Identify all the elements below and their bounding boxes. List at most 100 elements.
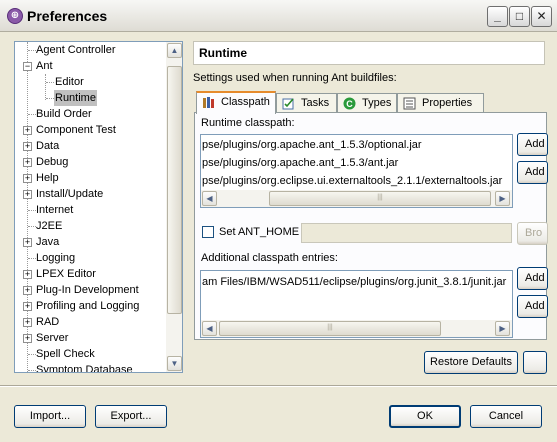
tab-properties-label: Properties: [422, 97, 473, 109]
tree-item-debug[interactable]: Debug: [36, 154, 68, 170]
tree-item-ant[interactable]: Ant: [36, 58, 53, 74]
expand-icon[interactable]: +: [23, 318, 32, 327]
preferences-window: ⊕ Preferences _ □ ✕ Agent Controller − A…: [0, 0, 557, 442]
tree-item-help[interactable]: Help: [36, 170, 59, 186]
browse-button[interactable]: Bro: [517, 222, 548, 245]
expand-icon[interactable]: +: [23, 174, 32, 183]
add-external-jars-button-2[interactable]: Add: [517, 295, 548, 318]
minimize-button[interactable]: _: [487, 6, 508, 27]
scroll-left-button[interactable]: ◀: [202, 191, 217, 206]
runtime-classpath-list[interactable]: pse/plugins/org.apache.ant_1.5.3/optiona…: [200, 134, 513, 208]
expand-icon[interactable]: +: [23, 238, 32, 247]
ant-home-field[interactable]: [301, 223, 512, 243]
close-button[interactable]: ✕: [531, 6, 552, 27]
window-title: Preferences: [27, 8, 108, 24]
expand-icon[interactable]: +: [23, 158, 32, 167]
tree-item-lpex-editor[interactable]: LPEX Editor: [36, 266, 96, 282]
set-ant-home-label: Set ANT_HOME: [219, 226, 300, 238]
runtime-classpath-label: Runtime classpath:: [201, 117, 295, 129]
expand-icon[interactable]: +: [23, 334, 32, 343]
tree-item-internet[interactable]: Internet: [36, 202, 73, 218]
scroll-up-button[interactable]: ▲: [167, 43, 182, 58]
cancel-button[interactable]: Cancel: [470, 405, 542, 428]
tab-classpath[interactable]: Classpath: [196, 91, 276, 114]
list-item[interactable]: pse/plugins/org.apache.ant_1.5.3/optiona…: [202, 137, 422, 153]
tab-tasks-label: Tasks: [301, 97, 330, 109]
scroll-thumb[interactable]: [167, 66, 182, 314]
tree-item-symptom-database[interactable]: Symptom Database: [36, 362, 133, 372]
tree-item-runtime[interactable]: Runtime: [54, 90, 97, 106]
set-ant-home-checkbox[interactable]: [202, 226, 214, 238]
tab-types[interactable]: C Types: [337, 93, 397, 113]
expand-icon[interactable]: +: [23, 286, 32, 295]
expand-icon[interactable]: +: [23, 302, 32, 311]
add-external-jars-button[interactable]: Add: [517, 161, 548, 184]
tree-item-editor[interactable]: Editor: [55, 74, 84, 90]
tree-item-plug-in-development[interactable]: Plug-In Development: [36, 282, 139, 298]
tree-item-spell-check[interactable]: Spell Check: [36, 346, 95, 362]
class-icon: C: [343, 97, 356, 110]
tree-item-install-update[interactable]: Install/Update: [36, 186, 103, 202]
tree-item-component-test[interactable]: Component Test: [36, 122, 116, 138]
separator: [0, 386, 557, 387]
scroll-down-button[interactable]: ▼: [167, 356, 182, 371]
list-item[interactable]: pse/plugins/org.apache.ant_1.5.3/ant.jar: [202, 155, 398, 171]
scroll-right-button[interactable]: ▶: [495, 321, 510, 336]
tree-item-build-order[interactable]: Build Order: [36, 106, 92, 122]
scroll-right-button[interactable]: ▶: [495, 191, 510, 206]
expand-icon[interactable]: +: [23, 126, 32, 135]
tree-connector: [28, 354, 36, 355]
expand-icon[interactable]: +: [23, 190, 32, 199]
maximize-button[interactable]: □: [509, 6, 530, 27]
books-icon: [203, 97, 214, 108]
tree-item-rad[interactable]: RAD: [36, 314, 59, 330]
tree-connector: [28, 226, 36, 227]
tree-vertical-scrollbar[interactable]: ▲ ▼: [166, 42, 182, 372]
tree-connector: [46, 82, 54, 83]
tab-properties[interactable]: Properties: [397, 93, 484, 113]
page-title: Runtime: [193, 41, 545, 65]
preference-tree[interactable]: Agent Controller − Ant Editor Runtime Bu…: [14, 41, 183, 373]
runtime-horizontal-scrollbar[interactable]: ◀ ||| ▶: [201, 190, 512, 207]
tree-connector: [28, 50, 36, 51]
tasks-icon: [282, 98, 294, 110]
expand-icon[interactable]: +: [23, 270, 32, 279]
add-jars-button[interactable]: Add: [517, 133, 548, 156]
add-jars-button-2[interactable]: Add: [517, 267, 548, 290]
list-item[interactable]: pse/plugins/org.eclipse.ui.externaltools…: [202, 173, 502, 189]
classpath-panel: Runtime classpath: pse/plugins/org.apach…: [194, 112, 548, 340]
collapse-icon[interactable]: −: [23, 62, 32, 71]
additional-horizontal-scrollbar[interactable]: ◀ ||| ▶: [201, 320, 512, 337]
scroll-thumb[interactable]: |||: [219, 321, 441, 336]
eclipse-app-icon: ⊕: [7, 8, 23, 24]
tree-item-agent-controller[interactable]: Agent Controller: [36, 42, 116, 58]
tree-connector: [28, 370, 36, 371]
tree-item-logging[interactable]: Logging: [36, 250, 75, 266]
additional-classpath-list[interactable]: am Files/IBM/WSAD511/eclipse/plugins/org…: [200, 270, 513, 338]
tab-tasks[interactable]: Tasks: [276, 93, 337, 113]
tree-connector: [28, 258, 36, 259]
scroll-thumb[interactable]: |||: [269, 191, 491, 206]
properties-icon: [403, 97, 416, 110]
tab-types-label: Types: [362, 97, 392, 109]
title-bar[interactable]: ⊕ Preferences _ □ ✕: [0, 0, 557, 32]
additional-classpath-label: Additional classpath entries:: [201, 252, 338, 264]
apply-button[interactable]: [523, 351, 547, 374]
list-item[interactable]: am Files/IBM/WSAD511/eclipse/plugins/org…: [202, 274, 506, 290]
tree-connector: [46, 98, 54, 99]
tree-connector: [28, 210, 36, 211]
page-description: Settings used when running Ant buildfile…: [193, 72, 397, 84]
expand-icon[interactable]: +: [23, 142, 32, 151]
tree-item-j2ee[interactable]: J2EE: [36, 218, 62, 234]
restore-defaults-button[interactable]: Restore Defaults: [424, 351, 518, 374]
export-button[interactable]: Export...: [95, 405, 167, 428]
tree-item-java[interactable]: Java: [36, 234, 59, 250]
tree-item-data[interactable]: Data: [36, 138, 59, 154]
scroll-left-button[interactable]: ◀: [202, 321, 217, 336]
import-button[interactable]: Import...: [14, 405, 86, 428]
tree-item-profiling-and-logging[interactable]: Profiling and Logging: [36, 298, 139, 314]
ok-button[interactable]: OK: [389, 405, 461, 428]
tree-item-server[interactable]: Server: [36, 330, 68, 346]
tree-guide-line: [45, 74, 46, 100]
svg-text:C: C: [346, 99, 353, 109]
